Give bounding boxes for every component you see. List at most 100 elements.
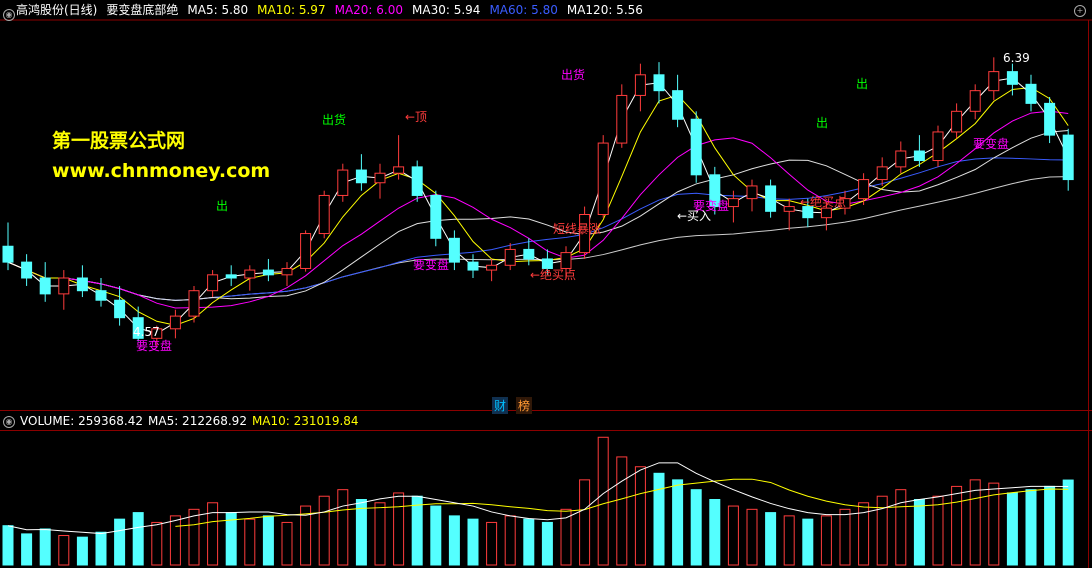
candle-body — [1006, 71, 1018, 85]
watermark-url: www.chnmoney.com — [52, 160, 271, 182]
volume-header: ◉ VOLUME: 259368.42 MA5: 212268.92 MA10: 23… — [0, 411, 1092, 431]
candle-body — [932, 131, 944, 162]
volume-bar — [318, 495, 330, 566]
gear-icon[interactable]: ◉ — [3, 8, 15, 21]
volume-bar — [39, 528, 51, 566]
candle-body — [969, 90, 981, 112]
candle-body — [560, 252, 572, 269]
ma10-line — [7, 86, 1069, 326]
candle-body — [76, 277, 88, 292]
candle-body — [783, 206, 795, 212]
ma30-label: MA30: 5.94 — [412, 3, 481, 17]
candle-body — [411, 166, 423, 196]
volume-bar — [579, 479, 591, 566]
volume-bar — [188, 508, 200, 566]
volume-bar — [95, 531, 107, 566]
candle-body — [337, 169, 349, 196]
volume-bar — [616, 456, 628, 566]
volume-bar — [2, 525, 14, 566]
candle-body — [988, 71, 1000, 92]
signal-juemaidian-2: ←绝买点 — [800, 195, 847, 209]
signal-yaobianpan-2: 要变盘 — [136, 339, 173, 353]
volume-bar — [281, 521, 293, 566]
volume-bar — [467, 518, 479, 566]
signal-ding: ←顶 — [405, 110, 428, 124]
volume-ma5-line — [7, 462, 1069, 535]
signal-chu-3: 出 — [856, 77, 869, 91]
volume-bar — [634, 466, 646, 566]
candle-body — [318, 194, 330, 235]
volume-bar — [839, 508, 851, 566]
candle-body — [244, 269, 256, 279]
candle-body — [486, 264, 498, 271]
volume-bar — [132, 512, 144, 566]
volume-bar — [337, 489, 349, 566]
candle-body — [207, 274, 219, 292]
indicator-name[interactable]: 要变盘底部绝 — [106, 3, 178, 17]
volume-bar — [169, 515, 181, 566]
stock-name: 高鸿股份(日线) — [16, 3, 98, 17]
candle-body — [672, 90, 684, 120]
candle-body — [523, 248, 535, 260]
ma120-label: MA120: 5.56 — [566, 3, 643, 17]
candle-body — [448, 237, 460, 263]
signal-chu-1: 出 — [216, 199, 229, 213]
volume-bar — [727, 505, 739, 566]
candle-body — [727, 198, 739, 208]
volume-bar — [58, 535, 70, 566]
candle-body — [2, 245, 14, 263]
volume-bar — [913, 499, 925, 566]
volume-bar — [765, 512, 777, 566]
ma5-label: MA5: 5.80 — [187, 3, 249, 17]
candle-body — [58, 277, 70, 295]
candle-body — [95, 290, 107, 301]
low-price-label: 4.57 — [133, 325, 160, 339]
signal-chuhuo-1: 出货 — [322, 113, 347, 127]
volume-bar — [969, 479, 981, 566]
volume-bar — [262, 515, 274, 566]
ma60-label: MA60: 5.80 — [489, 3, 558, 17]
settings-icon[interactable]: ◉ — [3, 415, 15, 428]
volume-ma-lines — [7, 462, 1069, 535]
candle-body — [281, 267, 293, 276]
candle-body — [188, 290, 200, 317]
candle-body — [820, 207, 832, 219]
candle-body — [951, 110, 963, 133]
volume-bar — [393, 492, 405, 566]
volume-bar — [430, 505, 442, 566]
candle-body — [913, 150, 925, 162]
signal-juemaidian-1: ←绝买点 — [530, 268, 577, 282]
ma20-label: MA20: 6.00 — [334, 3, 404, 17]
candle-body — [746, 185, 758, 200]
candle-body — [169, 315, 181, 330]
volume-bar — [951, 485, 963, 566]
candle-body — [1025, 83, 1037, 104]
chart-frame — [0, 19, 1092, 568]
volume-bar — [895, 489, 907, 566]
volume-bar — [876, 495, 888, 566]
candle-body — [1062, 134, 1074, 181]
volume-bar — [21, 533, 33, 566]
kline-chart — [0, 19, 1092, 568]
volume-bar — [355, 499, 367, 566]
candle-body — [1044, 102, 1056, 136]
candle-body — [765, 185, 777, 212]
volume-bar — [802, 518, 814, 566]
candle-body — [262, 269, 274, 276]
candle-body — [114, 299, 126, 319]
volume-ma5-label: MA5: 212268.92 — [148, 414, 247, 428]
ma10-label: MA10: 5.97 — [257, 3, 326, 17]
volume-bar — [504, 515, 516, 566]
zoom-icon[interactable]: + — [1074, 5, 1086, 17]
signal-mairu: ←买入 — [677, 209, 712, 223]
volume-bar — [448, 515, 460, 566]
volume-bar — [523, 518, 535, 566]
candle-body — [895, 150, 907, 168]
candle-body — [300, 233, 312, 269]
candle-body — [374, 172, 386, 184]
candle-body — [634, 74, 646, 96]
candle-body — [858, 179, 870, 200]
volume-bar — [374, 502, 386, 566]
volume-bar — [690, 489, 702, 566]
signal-yaobianpan-4: 要变盘 — [973, 137, 1010, 151]
